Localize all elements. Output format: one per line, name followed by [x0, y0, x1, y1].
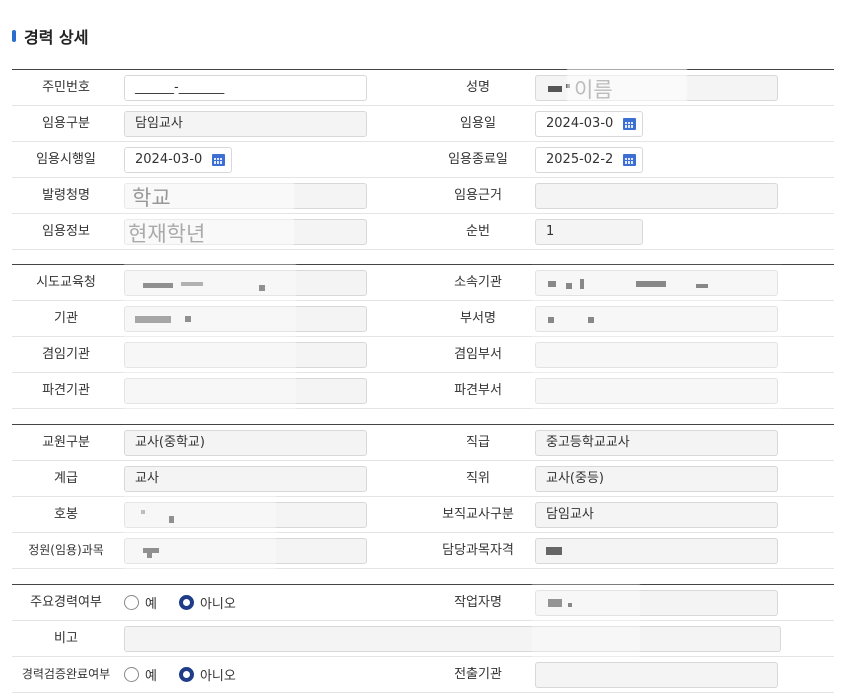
- rank-field[interactable]: 교사: [124, 466, 367, 492]
- kind-field[interactable]: 교사(중학교): [124, 430, 367, 456]
- office-label: 시도교육청: [36, 275, 96, 290]
- kind-label: 교원구분: [42, 435, 90, 450]
- basis-label: 임용근거: [454, 188, 502, 203]
- row-rank: 계급 교사 직위 교사(중등): [12, 461, 834, 497]
- duty-field[interactable]: 담임교사: [535, 502, 778, 528]
- redaction-mask: [532, 265, 782, 415]
- verify-yes-radio[interactable]: [124, 667, 139, 682]
- misc-group: 주요경력여부 예 아니오 작업자명 비고 경력검증완료여부 예 아니오 전출기관: [12, 579, 834, 698]
- rank-label: 계급: [54, 471, 78, 486]
- rrn-label: 주민번호: [42, 80, 90, 95]
- calendar-icon[interactable]: [212, 154, 225, 166]
- start-field[interactable]: 2024-03-0: [124, 147, 232, 173]
- subj-label: 정원(임용)과목: [28, 543, 104, 557]
- major-label: 주요경력여부: [30, 595, 102, 610]
- seq-label: 순번: [466, 224, 490, 239]
- cinst-label: 겸임기관: [42, 347, 90, 362]
- row-period: 임용시행일 2024-03-0 임용종료일 2025-02-2: [12, 142, 834, 178]
- verify-yes-label: 예: [145, 669, 157, 684]
- page-title: 경력 상세: [24, 28, 89, 47]
- verify-radio-group: 예 아니오: [124, 657, 252, 692]
- section-header: 경력 상세: [12, 24, 88, 48]
- start-label: 임용시행일: [36, 152, 96, 167]
- submit-label: 전출기관: [454, 667, 502, 682]
- major-yes-label: 예: [145, 597, 157, 612]
- position-group: 교원구분 교사(중학교) 직급 중고등학교교사 계급 교사 직위 교사(중등) …: [12, 424, 834, 573]
- major-no-radio[interactable]: [178, 595, 194, 610]
- date-label: 임용일: [460, 116, 496, 131]
- redaction-mask: [124, 493, 276, 573]
- appointment-group: 주민번호 ______-_______ 성명 이름 임용구분 담임교사 임용일 …: [12, 68, 834, 251]
- name-overlay: 이름: [574, 78, 613, 102]
- note-field[interactable]: [124, 626, 781, 652]
- info-overlay: 현재학년: [128, 222, 206, 246]
- row-issuer: 발령청명 학교 임용근거: [12, 178, 834, 214]
- note-label: 비고: [54, 631, 78, 646]
- rrn-field[interactable]: ______-_______: [124, 75, 367, 101]
- issuer-overlay: 학교: [132, 186, 171, 210]
- row-major: 주요경력여부 예 아니오 작업자명: [12, 585, 834, 621]
- end-value: 2025-02-2: [546, 152, 614, 167]
- writer-label: 작업자명: [454, 595, 502, 610]
- row-info: 임용정보 현재학년 순번 1: [12, 214, 834, 250]
- row-verify: 경력검증완료여부 예 아니오 전출기관: [12, 657, 834, 693]
- calendar-icon[interactable]: [623, 118, 636, 130]
- verify-label: 경력검증완료여부: [21, 667, 111, 681]
- step-label: 호봉: [54, 507, 78, 522]
- qual-label: 담당과목자격: [442, 543, 514, 558]
- start-value: 2024-03-0: [135, 152, 203, 167]
- submit-field[interactable]: [535, 662, 778, 688]
- issuer-label: 발령청명: [42, 188, 90, 203]
- major-no-label: 아니오: [199, 597, 236, 612]
- verify-no-radio[interactable]: [178, 667, 194, 682]
- row-rrn: 주민번호 ______-_______ 성명 이름: [12, 68, 834, 106]
- type-label: 임용구분: [42, 116, 90, 131]
- redacted-block: [546, 547, 562, 555]
- duty-label: 보직교사구분: [442, 507, 514, 522]
- qual-field[interactable]: [535, 538, 778, 564]
- affil-label: 소속기관: [454, 275, 502, 290]
- dept-label: 부서명: [460, 311, 496, 326]
- dinst-label: 파견기관: [42, 383, 90, 398]
- pos-label: 직위: [466, 471, 490, 486]
- verify-no-label: 아니오: [199, 669, 236, 684]
- major-yes-radio[interactable]: [124, 595, 139, 610]
- inst-label: 기관: [54, 311, 78, 326]
- redacted-block: [548, 86, 562, 92]
- row-kind: 교원구분 교사(중학교) 직급 중고등학교교사: [12, 425, 834, 461]
- cdept-label: 겸임부서: [454, 347, 502, 362]
- row-type: 임용구분 담임교사 임용일 2024-03-0: [12, 106, 834, 142]
- end-field[interactable]: 2025-02-2: [535, 147, 643, 173]
- end-label: 임용종료일: [448, 152, 508, 167]
- ddept-label: 파견부서: [454, 383, 502, 398]
- row-note: 비고: [12, 621, 834, 657]
- redaction-mask: [124, 259, 296, 421]
- name-label: 성명: [466, 80, 490, 95]
- basis-field[interactable]: [535, 183, 778, 209]
- grade-field[interactable]: 중고등학교교사: [535, 430, 778, 456]
- major-radio-group: 예 아니오: [124, 585, 252, 620]
- pos-field[interactable]: 교사(중등): [535, 466, 778, 492]
- date-value: 2024-03-0: [546, 116, 614, 131]
- organization-group: 시도교육청 소속기관 기관 부서명 겸임기관 겸임부서 파견기관 파견부서: [12, 259, 834, 421]
- info-label: 임용정보: [42, 224, 90, 239]
- seq-field[interactable]: 1: [535, 219, 643, 245]
- type-field[interactable]: 담임교사: [124, 111, 367, 137]
- redaction-mask: [532, 579, 640, 661]
- grade-label: 직급: [466, 435, 490, 450]
- date-field[interactable]: 2024-03-0: [535, 111, 643, 137]
- title-bullet: [12, 30, 16, 42]
- calendar-icon[interactable]: [623, 154, 636, 166]
